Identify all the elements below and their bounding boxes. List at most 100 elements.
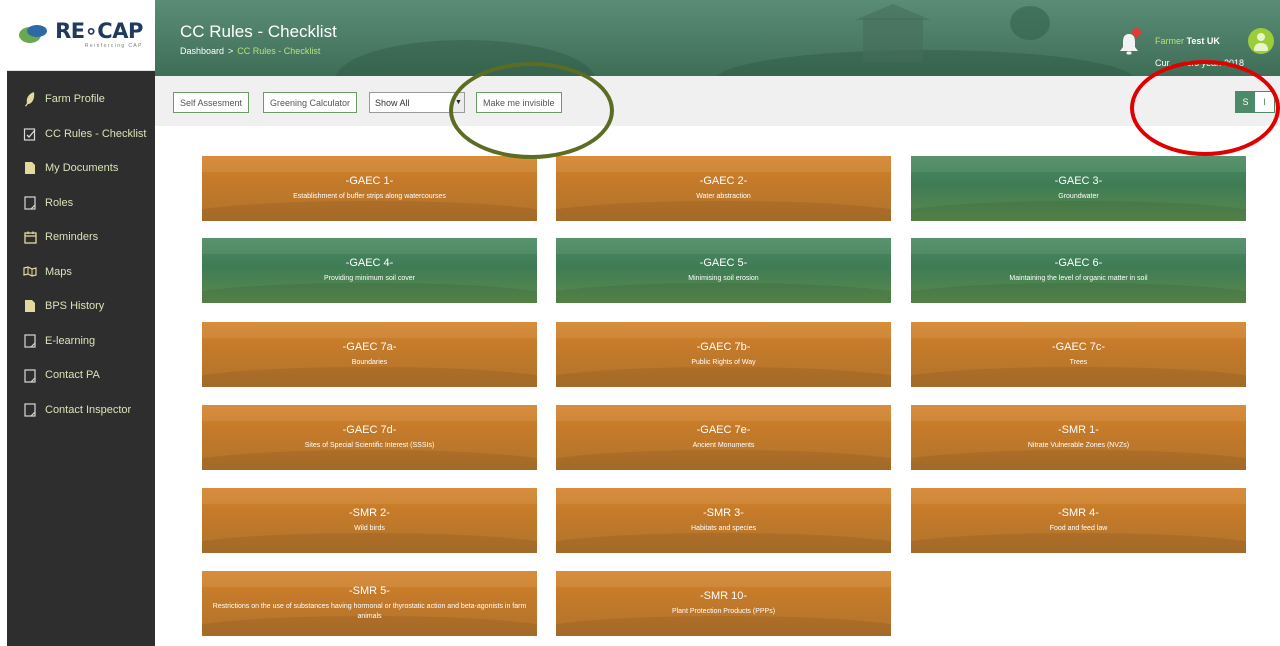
rule-card-gaec-7c[interactable]: -GAEC 7c- Trees	[911, 322, 1246, 387]
notification-bell[interactable]	[1118, 28, 1141, 56]
rule-code: -GAEC 7e-	[696, 424, 751, 436]
sidebar-item-contact-inspector[interactable]: Contact Inspector	[7, 393, 155, 428]
sidebar: RE∘CAP Reinforcing CAP Farm Profile CC R…	[7, 0, 155, 646]
user-name[interactable]: Farmer Test UK	[1155, 36, 1220, 46]
greening-calculator-button[interactable]: Greening Calculator	[263, 92, 358, 113]
logo[interactable]: RE∘CAP Reinforcing CAP	[7, 0, 155, 71]
rule-description: Maintaining the level of organic matter …	[1009, 275, 1148, 282]
rule-card-gaec-7e[interactable]: -GAEC 7e- Ancient Monuments	[556, 405, 891, 470]
checklist-icon	[21, 127, 39, 141]
page-header: CC Rules - Checklist Dashboard > CC Rules …	[155, 0, 1280, 76]
rule-description: Nitrate Vulnerable Zones (NVZs)	[1027, 442, 1130, 449]
sidebar-item-label: BPS History	[45, 300, 105, 313]
rule-description: Minimising soil erosion	[688, 275, 759, 282]
self-assessment-button[interactable]: Self Assesment	[173, 92, 250, 113]
rule-card-smr-10[interactable]: -SMR 10- Plant Protection Products (PPPs…	[556, 571, 891, 636]
rule-code: -SMR 2-	[349, 507, 390, 519]
rule-code: -GAEC 7a-	[342, 341, 397, 353]
header-background-barn	[863, 18, 923, 62]
sidebar-item-label: Contact PA	[45, 369, 100, 382]
sidebar-item-maps[interactable]: Maps	[7, 255, 155, 290]
rule-description: Ancient Monuments	[692, 442, 755, 449]
avatar-head	[1257, 33, 1265, 41]
notification-badge	[1132, 28, 1141, 37]
rule-description: Food and feed law	[1049, 525, 1108, 532]
rule-card-gaec-7a[interactable]: -GAEC 7a- Boundaries	[202, 322, 537, 387]
clipboard-icon	[21, 368, 39, 383]
logo-mark-icon	[19, 24, 49, 46]
rule-description: Groundwater	[1058, 193, 1099, 200]
user-avatar[interactable]	[1248, 28, 1274, 54]
avatar-body	[1254, 43, 1268, 51]
rule-card-gaec-7d[interactable]: -GAEC 7d- Sites of Special Scientific In…	[202, 405, 537, 470]
rule-description: Water abstraction	[696, 193, 751, 200]
rule-card-gaec-6[interactable]: -GAEC 6- Maintaining the level of organi…	[911, 238, 1246, 303]
sidebar-item-my-documents[interactable]: My Documents	[7, 151, 155, 186]
rule-card-smr-3[interactable]: -SMR 3- Habitats and species	[556, 488, 891, 553]
sidebar-item-cc-rules[interactable]: CC Rules - Checklist	[7, 117, 155, 152]
rule-card-gaec-5[interactable]: -GAEC 5- Minimising soil erosion	[556, 238, 891, 303]
breadcrumb: Dashboard > CC Rules - Checklist	[180, 46, 320, 56]
toolbar: Self Assesment Greening Calculator Show …	[155, 76, 1280, 126]
rule-description: Establishment of buffer strips along wat…	[293, 193, 446, 200]
rule-description: Plant Protection Products (PPPs)	[671, 608, 776, 615]
rule-code: -GAEC 4-	[345, 257, 394, 269]
rules-grid: -GAEC 1- Establishment of buffer strips …	[173, 126, 1266, 646]
sidebar-item-bps-history[interactable]: BPS History	[7, 289, 155, 324]
rule-description: Sites of Special Scientific Interest (SS…	[304, 442, 435, 449]
logo-name: RE∘CAP	[55, 19, 143, 43]
sidebar-item-label: CC Rules - Checklist	[45, 127, 147, 140]
filter-select-value: Show All	[375, 97, 410, 108]
rule-card-smr-4[interactable]: -SMR 4- Food and feed law	[911, 488, 1246, 553]
rule-description: Restrictions on the use of substances ha…	[212, 603, 527, 620]
map-icon	[21, 266, 39, 277]
document-icon	[21, 299, 39, 313]
rule-card-gaec-2[interactable]: -GAEC 2- Water abstraction	[556, 156, 891, 221]
rule-card-gaec-1[interactable]: -GAEC 1- Establishment of buffer strips …	[202, 156, 537, 221]
sidebar-item-label: Reminders	[45, 231, 99, 244]
header-background-tree	[1010, 6, 1050, 40]
rule-code: -SMR 4-	[1058, 507, 1099, 519]
sidebar-item-roles[interactable]: Roles	[7, 186, 155, 221]
rule-code: -GAEC 2-	[699, 175, 748, 187]
page-title: CC Rules - Checklist	[180, 22, 337, 41]
rule-code: -GAEC 5-	[699, 257, 748, 269]
rule-code: -SMR 10-	[699, 590, 748, 602]
rule-description: Public Rights of Way	[691, 359, 756, 366]
rule-description: Habitats and species	[691, 525, 756, 532]
rule-code: -SMR 1-	[1058, 424, 1099, 436]
sidebar-menu: Farm Profile CC Rules - Checklist My Doc…	[7, 71, 155, 427]
sidebar-item-label: Farm Profile	[45, 93, 105, 106]
sidebar-item-farm-profile[interactable]: Farm Profile	[7, 82, 155, 117]
leaf-icon	[21, 91, 39, 107]
sidebar-item-contact-pa[interactable]: Contact PA	[7, 358, 155, 393]
breadcrumb-current[interactable]: CC Rules - Checklist	[237, 46, 320, 56]
clipboard-icon	[21, 195, 39, 210]
rule-description: Wild birds	[354, 525, 385, 532]
logo-tagline: Reinforcing CAP	[84, 43, 143, 49]
sidebar-item-label: E-learning	[45, 334, 96, 347]
sidebar-item-label: Maps	[45, 265, 72, 278]
document-icon	[21, 161, 39, 175]
rule-card-gaec-7b[interactable]: -GAEC 7b- Public Rights of Way	[556, 322, 891, 387]
rule-code: -GAEC 7d-	[342, 424, 397, 436]
sidebar-item-e-learning[interactable]: E-learning	[7, 324, 155, 359]
rule-code: -GAEC 1-	[345, 175, 394, 187]
rule-card-gaec-3[interactable]: -GAEC 3- Groundwater	[911, 156, 1246, 221]
sidebar-item-reminders[interactable]: Reminders	[7, 220, 155, 255]
rule-description: Providing minimum soil cover	[323, 275, 416, 282]
rule-code: -GAEC 3-	[1054, 175, 1103, 187]
rule-code: -GAEC 7b-	[696, 341, 751, 353]
breadcrumb-separator: >	[228, 46, 234, 56]
rule-card-gaec-4[interactable]: -GAEC 4- Providing minimum soil cover	[202, 238, 537, 303]
rule-code: -GAEC 6-	[1054, 257, 1103, 269]
rule-card-smr-5[interactable]: -SMR 5- Restrictions on the use of subst…	[202, 571, 537, 636]
annotation-ellipse-green	[449, 62, 614, 159]
rule-card-smr-1[interactable]: -SMR 1- Nitrate Vulnerable Zones (NVZs)	[911, 405, 1246, 470]
rule-code: -SMR 3-	[703, 507, 744, 519]
rule-card-smr-2[interactable]: -SMR 2- Wild birds	[202, 488, 537, 553]
sidebar-item-label: Contact Inspector	[45, 403, 132, 416]
header-background-hill	[715, 50, 1135, 76]
clipboard-icon	[21, 402, 39, 417]
breadcrumb-dashboard[interactable]: Dashboard	[180, 46, 224, 56]
